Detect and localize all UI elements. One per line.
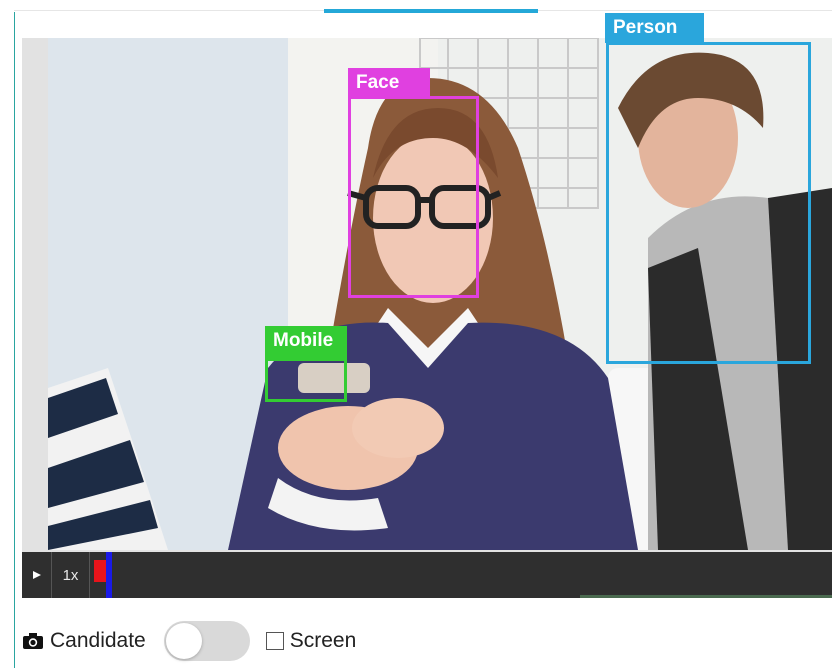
toggle-knob [165,623,202,659]
panel-border [14,12,15,668]
candidate-screen-toggle[interactable] [163,621,250,661]
camera-icon [23,633,43,649]
tab-strip [14,0,832,14]
view-toggle-row: Candidate Screen [22,618,356,664]
play-button[interactable] [22,552,52,598]
buffered-indicator [580,595,832,598]
person-detection-label: Person [605,13,704,43]
mobile-detection-label: Mobile [265,326,347,358]
playback-controls: 1x [22,552,832,598]
screen-label: Screen [289,629,357,652]
speed-button[interactable]: 1x [52,552,90,598]
active-tab-indicator[interactable] [324,9,538,13]
person-detection-box[interactable] [606,42,811,364]
playhead[interactable] [106,552,112,598]
flag-marker[interactable] [94,560,106,582]
mobile-detection-box[interactable] [265,358,347,402]
play-icon [32,571,41,579]
screen-checkbox[interactable] [265,632,284,650]
face-detection-box[interactable] [348,96,479,298]
face-detection-label: Face [348,68,430,98]
candidate-label: Candidate [50,629,146,652]
timeline-track[interactable] [90,552,832,598]
